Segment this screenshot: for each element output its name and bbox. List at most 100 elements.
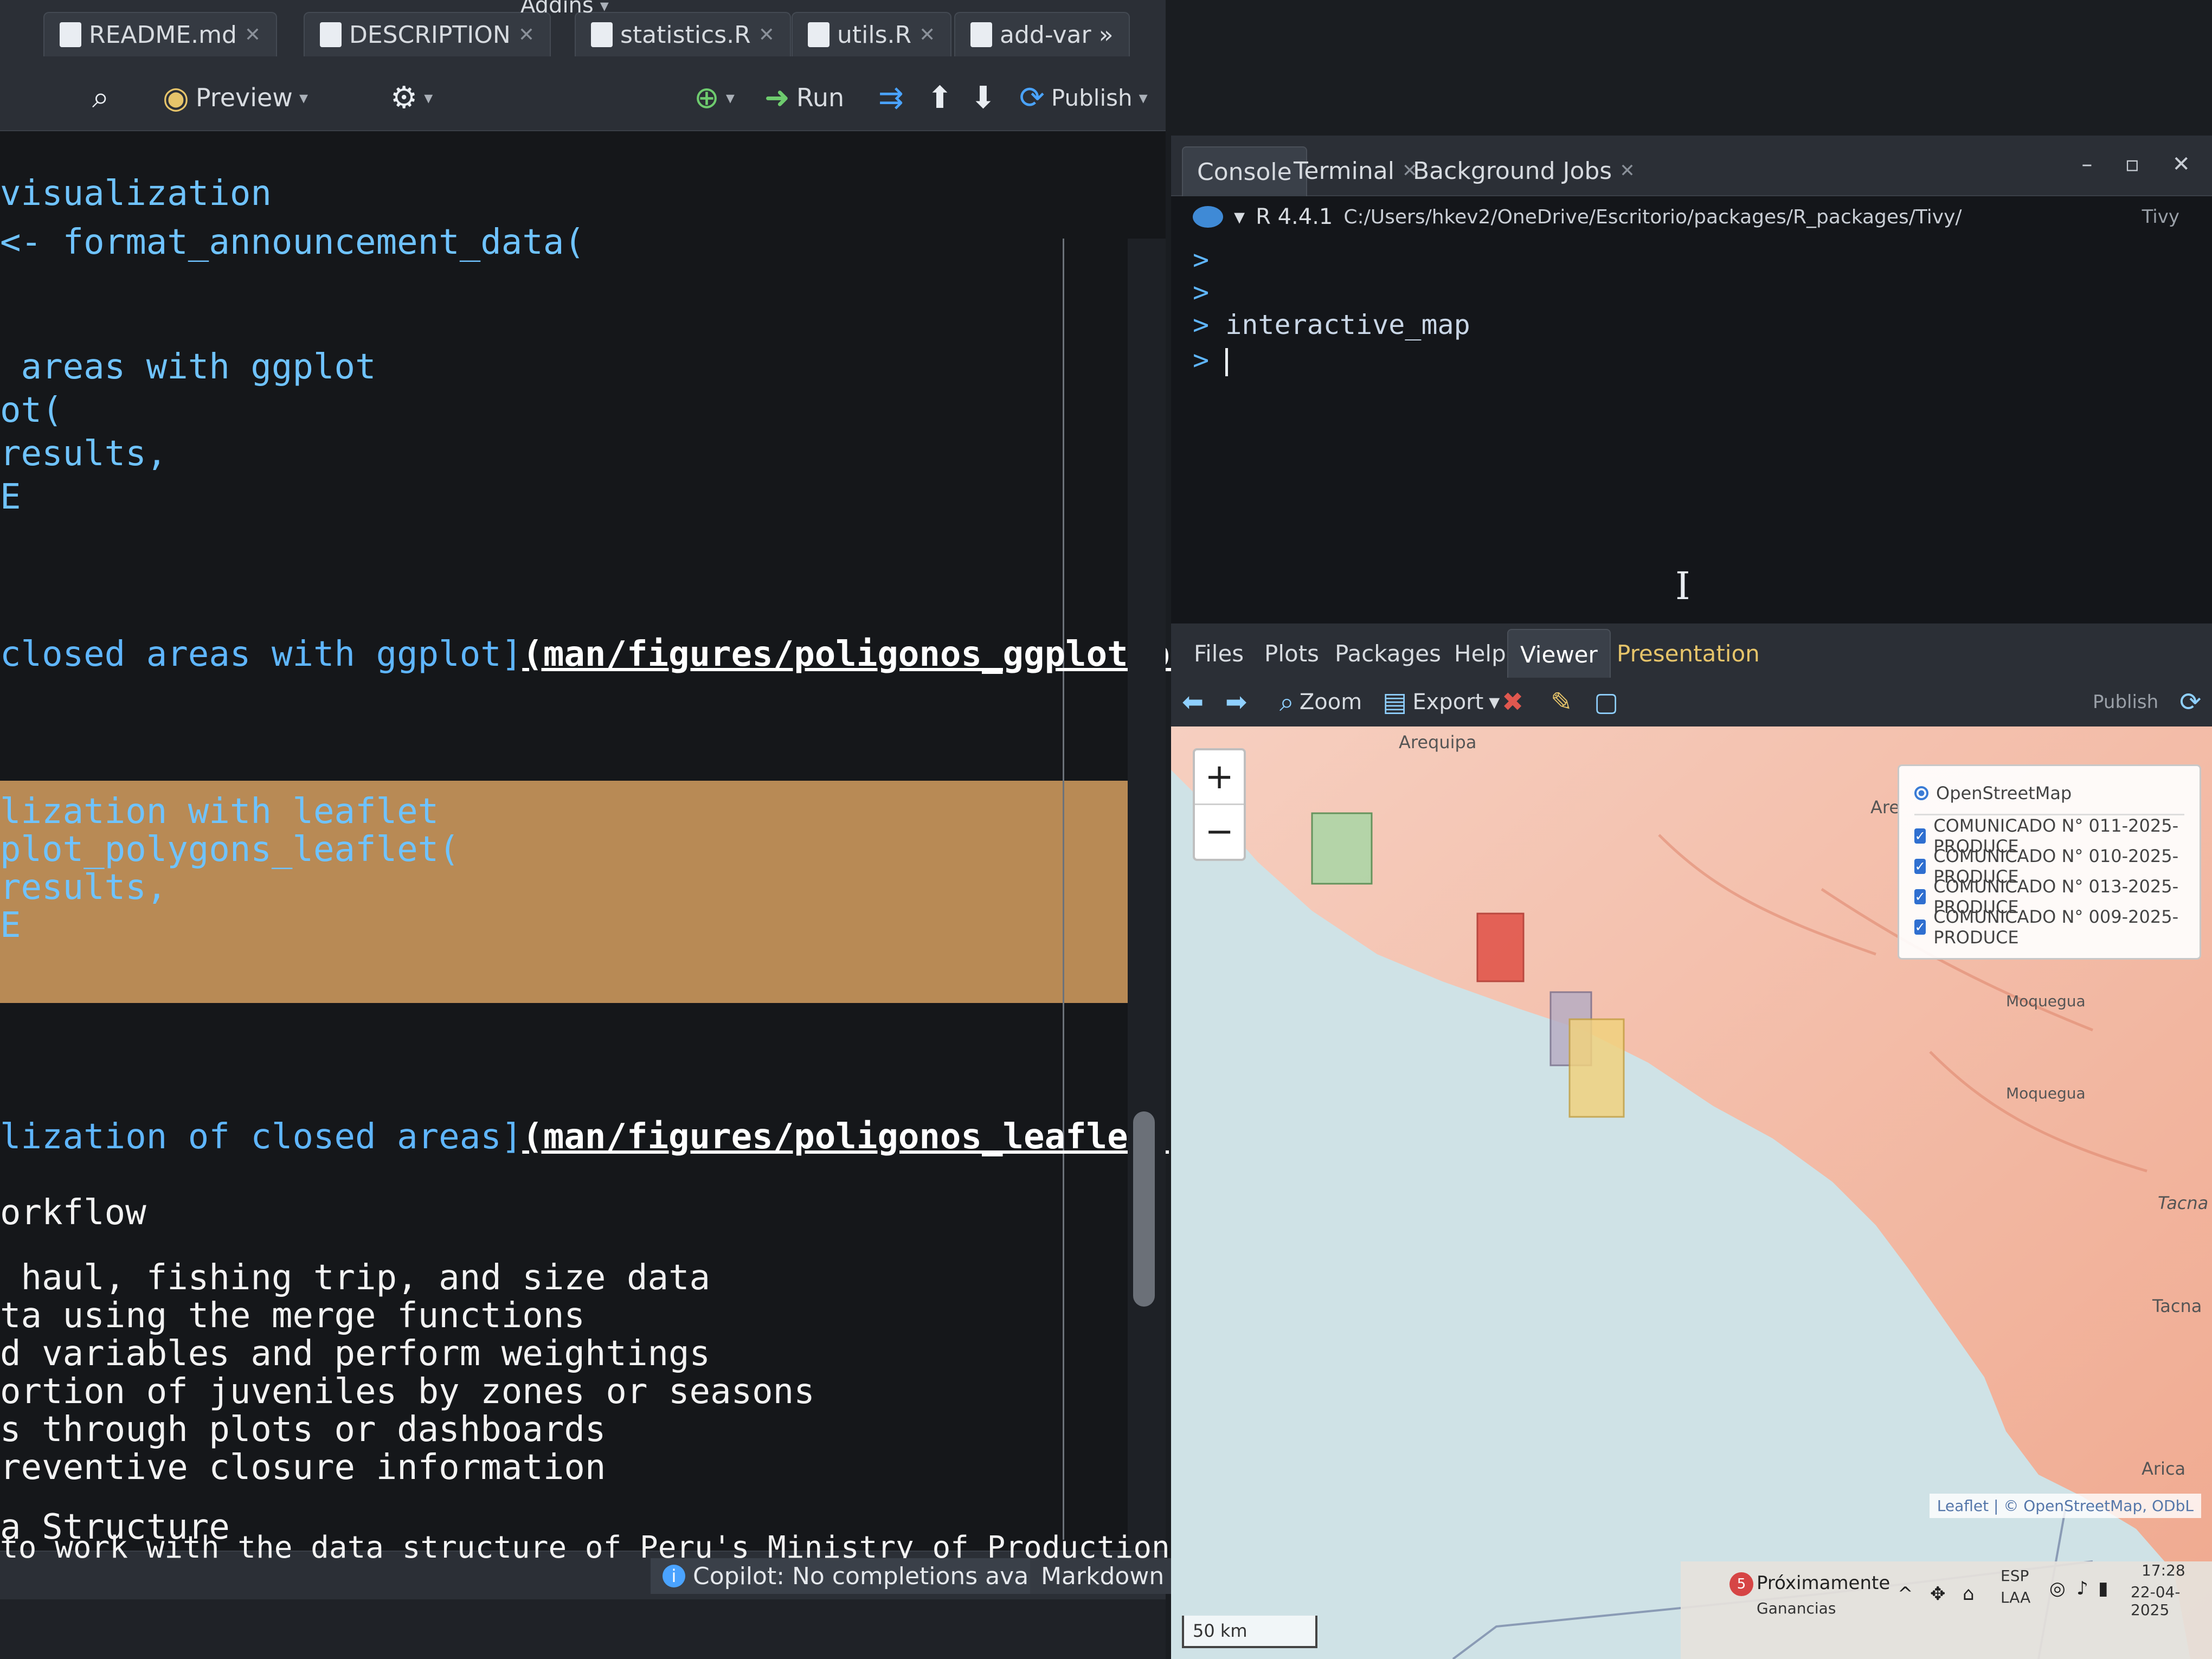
more-tabs-icon[interactable]: » [1099, 21, 1114, 49]
rerun-icon: ⇉ [878, 80, 904, 115]
close-icon[interactable]: ✕ [1619, 160, 1635, 182]
console-output[interactable]: > > > interactive_map > I [1171, 239, 2212, 618]
addins-menu[interactable]: Addins ▾ [520, 0, 609, 27]
tab-plots[interactable]: Plots [1252, 629, 1331, 678]
new-chunk-button[interactable]: ⊕ ▾ [694, 76, 735, 119]
code-line: E [0, 477, 21, 517]
code-line: <- format_announcement_data( [0, 222, 585, 262]
code-line: visualization [0, 173, 272, 214]
forward-button[interactable]: ➡ [1225, 683, 1247, 721]
overlay-option[interactable]: ✓ COMUNICADO N° 009-2025-PRODUCE [1914, 906, 2184, 948]
brush-button[interactable]: ✎ [1551, 683, 1572, 721]
code-area[interactable]: visualization <- format_announcement_dat… [0, 130, 1253, 1551]
editor-scroll-thumb[interactable] [1133, 1111, 1155, 1307]
polygon-comunicado-011 [1311, 812, 1373, 885]
find-button[interactable]: ⌕ [92, 76, 109, 119]
rerun-button[interactable]: ⇉ [878, 76, 904, 119]
chevron-down-icon: ▾ [725, 87, 735, 108]
arrow-right-icon: ➡ [1225, 687, 1248, 717]
preview-icon: ◉ [163, 80, 189, 115]
network-icon[interactable]: ⌂ [1963, 1583, 1975, 1605]
console-info-bar: ▾ R 4.4.1 C:/Users/hkev2/OneDrive/Escrit… [1171, 195, 2212, 239]
show-in-window-button[interactable]: ▢ [1594, 683, 1618, 721]
leaflet-map[interactable]: Arequipa Are Moquegua Moquegua Tacna Tac… [1171, 726, 2212, 1659]
close-icon[interactable]: ✕ [919, 24, 935, 46]
city-label: Are [1870, 797, 1900, 818]
battery-icon[interactable]: ▮ [2098, 1578, 2108, 1599]
file-icon [320, 22, 342, 47]
run-button[interactable]: ➜ Run [764, 76, 844, 119]
language-indicator-top[interactable]: ESP [2001, 1567, 2029, 1585]
code-line: haul, fishing trip, and size data [0, 1258, 711, 1298]
minimize-icon[interactable]: – [2081, 152, 2092, 177]
arrow-left-icon: ⬅ [1182, 687, 1204, 717]
console-tabs: Console Terminal ✕ Background Jobs ✕ – ▫… [1171, 136, 2212, 196]
tab-help[interactable]: Help [1442, 629, 1518, 678]
clear-icon: ✖ [1502, 687, 1524, 717]
chevron-up-icon[interactable]: ^ [1898, 1583, 1913, 1605]
export-button[interactable]: ▤ Export ▾ [1382, 683, 1500, 721]
r-file-icon [970, 22, 992, 47]
language-indicator-bottom[interactable]: LAA [2001, 1589, 2030, 1606]
file-icon [60, 22, 81, 47]
tab-description[interactable]: DESCRIPTION ✕ [304, 12, 551, 56]
clear-viewer-button[interactable]: ✖ [1502, 683, 1523, 721]
close-icon[interactable]: ✕ [2172, 152, 2190, 177]
search-icon: ⌕ [92, 80, 110, 115]
editor-statusbar: to work with the data structure of Peru'… [0, 1530, 1202, 1600]
next-chunk-button[interactable]: ⬇ [970, 76, 996, 119]
dropbox-icon[interactable]: ✥ [1930, 1583, 1946, 1605]
prev-chunk-button[interactable]: ⬆ [927, 76, 953, 119]
editor-scrollbar[interactable] [1128, 239, 1166, 1551]
console-input-line[interactable]: > [1193, 344, 1229, 376]
zoom-out-button[interactable]: − [1195, 805, 1244, 858]
chevron-down-icon: ▾ [424, 87, 433, 108]
chevron-down-icon: ▾ [1489, 690, 1500, 715]
clock-time[interactable]: 17:28 [2142, 1561, 2185, 1579]
tab-readme[interactable]: README.md ✕ [43, 12, 278, 56]
restore-icon[interactable]: ▫ [2125, 152, 2139, 177]
code-line: results, [0, 434, 168, 474]
settings-button[interactable]: ⚙ ▾ [390, 76, 433, 119]
tab-presentation[interactable]: Presentation [1605, 629, 1772, 678]
viewer-publish-button[interactable]: Publish [2093, 683, 2158, 721]
code-line: ta using the merge functions [0, 1296, 585, 1336]
notification-title[interactable]: Próximamente [1757, 1572, 1890, 1594]
chevron-down-icon: ▾ [299, 87, 308, 108]
map-attribution[interactable]: Leaflet | © OpenStreetMap, ODbL [1929, 1494, 2201, 1518]
link-path[interactable]: (man/figures/poligonos_ggplot.png) [522, 634, 1232, 674]
close-icon[interactable]: ✕ [245, 24, 261, 46]
brush-icon: ✎ [1551, 687, 1573, 717]
refresh-button[interactable]: ⟳ [2179, 683, 2201, 721]
preview-button[interactable]: ◉ Preview ▾ [163, 76, 308, 119]
globe-icon[interactable]: ◎ [2049, 1578, 2066, 1599]
export-icon: ▤ [1382, 687, 1407, 717]
tab-utils[interactable]: utils.R ✕ [792, 12, 952, 56]
publish-button[interactable]: ⟳ Publish ▾ [1019, 76, 1148, 119]
close-icon[interactable]: ✕ [758, 24, 775, 46]
console-prompt: > [1193, 244, 1210, 275]
tab-add-var[interactable]: add-var » [954, 12, 1130, 56]
zoom-in-button[interactable]: + [1195, 750, 1244, 805]
tab-packages[interactable]: Packages [1323, 629, 1453, 678]
base-layer-option[interactable]: OpenStreetMap [1914, 778, 2184, 808]
checkbox-checked-icon: ✓ [1914, 828, 1926, 844]
city-label: Arequipa [1399, 732, 1477, 753]
tab-viewer[interactable]: Viewer [1507, 629, 1611, 679]
tab-files[interactable]: Files [1182, 629, 1256, 678]
project-name[interactable]: Tivy [2142, 206, 2179, 228]
clock-date[interactable]: 22-04-2025 [2131, 1583, 2212, 1619]
zoom-button[interactable]: ⌕ Zoom [1279, 683, 1362, 721]
viewer-tabs: Files Plots Packages Help Viewer Present… [1171, 623, 2212, 679]
tab-background-jobs[interactable]: Background Jobs ✕ [1399, 146, 1649, 195]
chevron-down-icon: ▾ [600, 0, 609, 16]
working-directory[interactable]: C:/Users/hkev2/OneDrive/Escritorio/packa… [1343, 206, 1962, 228]
back-button[interactable]: ⬅ [1182, 683, 1204, 721]
code-line: E [0, 905, 21, 946]
city-label: Tacna [2158, 1193, 2209, 1213]
notification-badge: 5 [1729, 1572, 1753, 1596]
volume-icon[interactable]: ♪ [2076, 1578, 2088, 1599]
chevron-down-icon[interactable]: ▾ [1234, 204, 1245, 229]
arrow-down-icon: ⬇ [970, 80, 996, 115]
margin-guide [1063, 239, 1064, 1540]
